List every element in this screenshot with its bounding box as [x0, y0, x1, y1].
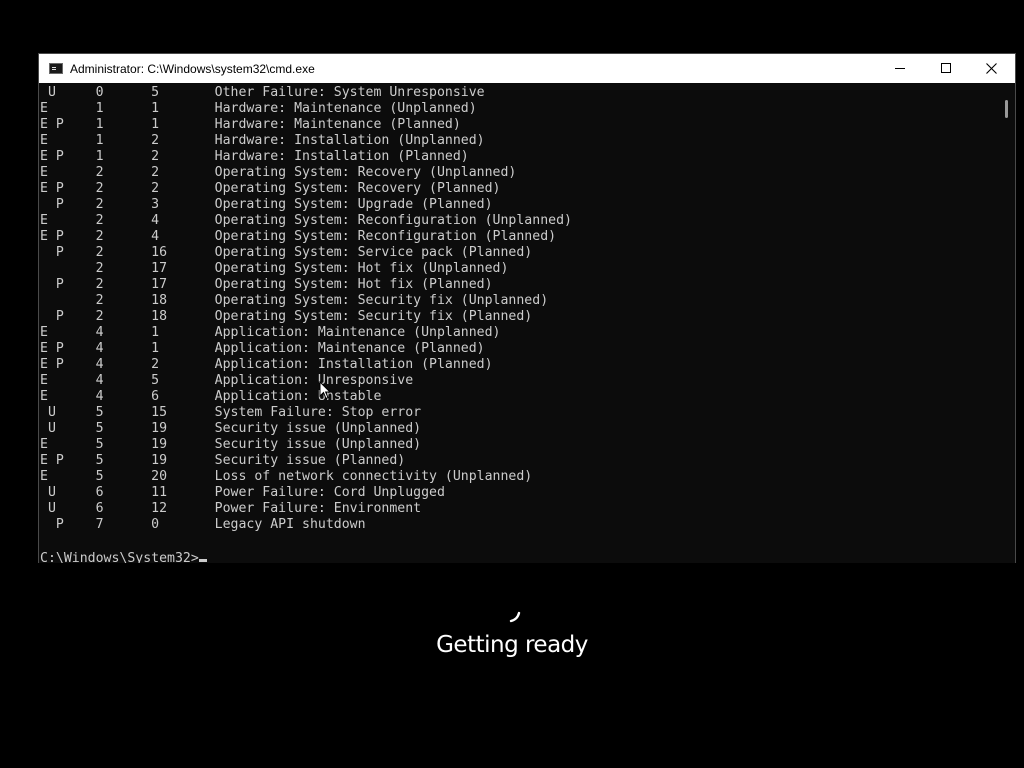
console-line: E P 2 2 Operating System: Recovery (Plan…: [40, 181, 501, 196]
console-line: P 2 3 Operating System: Upgrade (Planned…: [40, 197, 493, 212]
console-line: U 0 5 Other Failure: System Unresponsive: [40, 85, 485, 100]
console-line: P 2 18 Operating System: Security fix (P…: [40, 309, 533, 324]
window-title: Administrator: C:\Windows\system32\cmd.e…: [70, 61, 315, 76]
console-line: E 5 19 Security issue (Unplanned): [40, 437, 422, 452]
console-line: U 5 15 System Failure: Stop error: [40, 405, 422, 420]
prompt-text: C:\Windows\System32>: [40, 551, 199, 563]
maximize-icon[interactable]: [923, 54, 969, 83]
console-line: E P 1 2 Hardware: Installation (Planned): [40, 149, 469, 164]
console-output[interactable]: U 0 5 Other Failure: System Unresponsive…: [39, 83, 999, 563]
close-icon[interactable]: [969, 54, 1015, 83]
console-line: U 6 12 Power Failure: Environment: [40, 501, 422, 516]
console-line: E P 4 2 Application: Installation (Plann…: [40, 357, 493, 372]
console-line: E 5 20 Loss of network connectivity (Unp…: [40, 469, 533, 484]
console-line: E 4 6 Application: Unstable: [40, 389, 382, 404]
vertical-scrollbar[interactable]: [999, 83, 1015, 563]
mouse-pointer-icon: [319, 381, 331, 400]
console-line: E P 1 1 Hardware: Maintenance (Planned): [40, 117, 461, 132]
loading-spinner-icon: [509, 611, 521, 623]
console-text: U 0 5 Other Failure: System Unresponsive…: [39, 83, 999, 549]
console-line: E 2 4 Operating System: Reconfiguration …: [40, 213, 572, 228]
minimize-icon[interactable]: [877, 54, 923, 83]
console-line: 2 17 Operating System: Hot fix (Unplanne…: [40, 261, 509, 276]
window-controls: [877, 54, 1015, 83]
cmd-console-icon: [49, 63, 63, 74]
console-line: U 5 19 Security issue (Unplanned): [40, 421, 422, 436]
console-line: P 2 16 Operating System: Service pack (P…: [40, 245, 533, 260]
console-line: P 2 17 Operating System: Hot fix (Planne…: [40, 277, 493, 292]
status-message: Getting ready: [436, 632, 588, 658]
command-prompt[interactable]: C:\Windows\System32>: [39, 549, 999, 563]
console-line: E 4 1 Application: Maintenance (Unplanne…: [40, 325, 501, 340]
console-line: P 7 0 Legacy API shutdown: [40, 517, 366, 532]
console-line: E P 2 4 Operating System: Reconfiguratio…: [40, 229, 557, 244]
text-caret: [198, 559, 207, 562]
console-line: E P 4 1 Application: Maintenance (Planne…: [40, 341, 485, 356]
console-line: 2 18 Operating System: Security fix (Unp…: [40, 293, 549, 308]
console-line: E 2 2 Operating System: Recovery (Unplan…: [40, 165, 517, 180]
scrollbar-thumb[interactable]: [1005, 100, 1008, 118]
console-line: U 6 11 Power Failure: Cord Unplugged: [40, 485, 445, 500]
console-line: E 1 1 Hardware: Maintenance (Unplanned): [40, 101, 477, 116]
console-line: E P 5 19 Security issue (Planned): [40, 453, 406, 468]
console-line: E 4 5 Application: Unresponsive: [40, 373, 414, 388]
title-bar[interactable]: Administrator: C:\Windows\system32\cmd.e…: [39, 54, 1015, 83]
cmd-window[interactable]: Administrator: C:\Windows\system32\cmd.e…: [38, 53, 1016, 563]
console-line: E 1 2 Hardware: Installation (Unplanned): [40, 133, 485, 148]
